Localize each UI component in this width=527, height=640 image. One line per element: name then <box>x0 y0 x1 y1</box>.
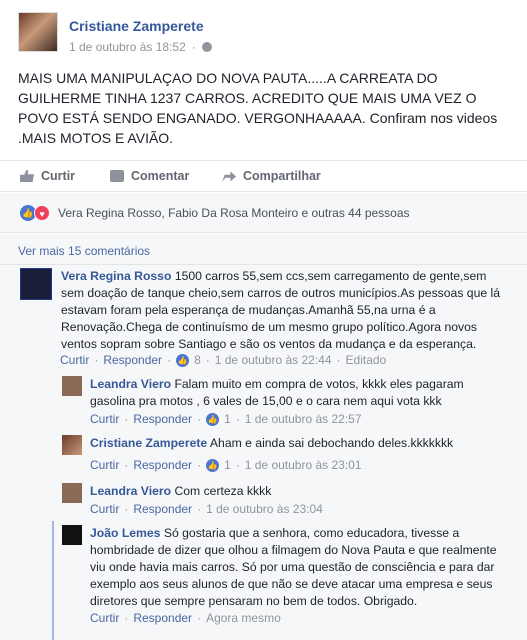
commenter-avatar[interactable] <box>62 525 82 545</box>
comment-body: Cristiane Zamperete Aham e ainda sai deb… <box>90 435 510 452</box>
commenter-avatar[interactable] <box>62 376 82 396</box>
share-label: Compartilhar <box>243 169 321 183</box>
comment-text: Aham e ainda sai debochando deles.kkkkkk… <box>209 436 454 450</box>
post-author[interactable]: Cristiane Zamperete <box>69 18 204 34</box>
thumbs-up-icon <box>20 170 34 182</box>
commenter-name[interactable]: Vera Regina Rosso <box>61 269 171 283</box>
post-meta: 1 de outubro às 18:52 · <box>69 40 212 54</box>
comment-like-link[interactable]: Curtir <box>60 353 89 367</box>
comments-area: Ver mais 15 comentários Vera Regina Ross… <box>0 234 527 640</box>
commenter-name[interactable]: Leandra Viero <box>90 484 171 498</box>
comment-button[interactable]: Comentar <box>110 169 189 183</box>
share-button[interactable]: Compartilhar <box>222 169 321 183</box>
comment-like-link[interactable]: Curtir <box>90 611 119 625</box>
comment-label: Comentar <box>131 169 190 183</box>
separator-dot: · <box>124 412 129 426</box>
post-timestamp[interactable]: 1 de outubro às 18:52 <box>69 40 186 54</box>
new-reply-indicator <box>52 521 54 640</box>
separator-dot: · <box>197 502 202 516</box>
reply-item: Cristiane Zamperete Aham e ainda sai deb… <box>62 435 522 479</box>
separator-dot: · <box>197 611 202 625</box>
comment-like-link[interactable]: Curtir <box>90 502 119 516</box>
love-reaction-icon: ♥ <box>34 205 50 221</box>
comment-body: Leandra Viero Falam muito em compra de v… <box>90 376 510 410</box>
comment-reply-link[interactable]: Responder <box>133 458 192 472</box>
comment-actions: Curtir · Responder · 1 de outubro às 23:… <box>90 502 323 516</box>
like-count[interactable]: 8 <box>194 353 201 367</box>
commenter-avatar[interactable] <box>20 268 52 300</box>
reactions-summary[interactable]: Vera Regina Rosso, Fabio Da Rosa Monteir… <box>58 206 410 220</box>
reply-item: Leandra Viero Com certeza kkkk Curtir · … <box>62 483 522 523</box>
comment-item: Vera Regina Rosso 1500 carros 55,sem ccs… <box>20 268 520 368</box>
comment-text: Com certeza kkkk <box>174 484 272 498</box>
like-count-icon: 👍 <box>176 353 190 367</box>
commenter-name[interactable]: Cristiane Zamperete <box>90 436 207 450</box>
comment-like-link[interactable]: Curtir <box>90 412 119 426</box>
separator-dot: · <box>124 502 129 516</box>
comment-time[interactable]: 1 de outubro às 22:44 <box>215 353 332 367</box>
comment-reply-link[interactable]: Responder <box>133 412 192 426</box>
comment-time[interactable]: Agora mesmo <box>206 611 281 625</box>
post-text: MAIS UMA MANIPULAÇAO DO NOVA PAUTA.....A… <box>18 70 498 146</box>
share-icon <box>222 171 236 182</box>
separator-dot: · <box>235 458 240 472</box>
comment-actions: Curtir · Responder · 👍 1 · 1 de outubro … <box>90 458 362 472</box>
like-button[interactable]: Curtir <box>20 169 75 183</box>
separator-dot: · <box>124 458 129 472</box>
commenter-name[interactable]: João Lemes <box>90 526 160 540</box>
like-count[interactable]: 1 <box>224 412 231 426</box>
separator-dot: · <box>94 353 99 367</box>
separator-dot: · <box>191 40 196 54</box>
commenter-name[interactable]: Leandra Viero <box>90 377 171 391</box>
post-actions-bar: Curtir Comentar Compartilhar <box>0 160 527 192</box>
commenter-avatar[interactable] <box>62 435 82 455</box>
reply-item: Leandra Viero Falam muito em compra de v… <box>62 376 522 428</box>
commenter-avatar[interactable] <box>62 483 82 503</box>
comment-actions: Curtir · Responder · Agora mesmo <box>90 611 281 625</box>
comment-time[interactable]: 1 de outubro às 23:04 <box>206 502 323 516</box>
comment-time[interactable]: 1 de outubro às 23:01 <box>245 458 362 472</box>
author-avatar[interactable] <box>18 12 58 52</box>
post-header: Cristiane Zamperete 1 de outubro às 18:5… <box>18 12 518 58</box>
comment-actions: Curtir · Responder · 👍 8 · 1 de outubro … <box>60 353 386 367</box>
comment-body: João Lemes Só gostaria que a senhora, co… <box>90 525 512 610</box>
comment-body: Vera Regina Rosso 1500 carros 55,sem ccs… <box>61 268 511 353</box>
comment-reply-link[interactable]: Responder <box>103 353 162 367</box>
like-label: Curtir <box>41 169 76 183</box>
edited-label[interactable]: Editado <box>346 353 387 367</box>
reactions-bar: 👍 ♥ Vera Regina Rosso, Fabio Da Rosa Mon… <box>0 193 527 233</box>
separator-dot: · <box>167 353 172 367</box>
comment-icon <box>110 170 124 182</box>
comment-time[interactable]: 1 de outubro às 22:57 <box>245 412 362 426</box>
separator-dot: · <box>197 458 202 472</box>
reaction-icons[interactable]: 👍 ♥ <box>20 205 50 221</box>
divider <box>0 264 527 265</box>
separator-dot: · <box>197 412 202 426</box>
comment-like-link[interactable]: Curtir <box>90 458 119 472</box>
globe-icon[interactable] <box>201 42 212 52</box>
separator-dot: · <box>336 353 341 367</box>
like-count-icon: 👍 <box>206 458 220 472</box>
like-count-icon: 👍 <box>206 412 220 426</box>
separator-dot: · <box>124 611 129 625</box>
comment-actions: Curtir · Responder · 👍 1 · 1 de outubro … <box>90 412 362 426</box>
reply-item: João Lemes Só gostaria que a senhora, co… <box>62 525 522 625</box>
comment-reply-link[interactable]: Responder <box>133 502 192 516</box>
view-more-comments-link[interactable]: Ver mais 15 comentários <box>18 244 150 258</box>
comment-body: Leandra Viero Com certeza kkkk <box>90 483 510 500</box>
separator-dot: · <box>205 353 210 367</box>
comment-reply-link[interactable]: Responder <box>133 611 192 625</box>
separator-dot: · <box>235 412 240 426</box>
like-count[interactable]: 1 <box>224 458 231 472</box>
